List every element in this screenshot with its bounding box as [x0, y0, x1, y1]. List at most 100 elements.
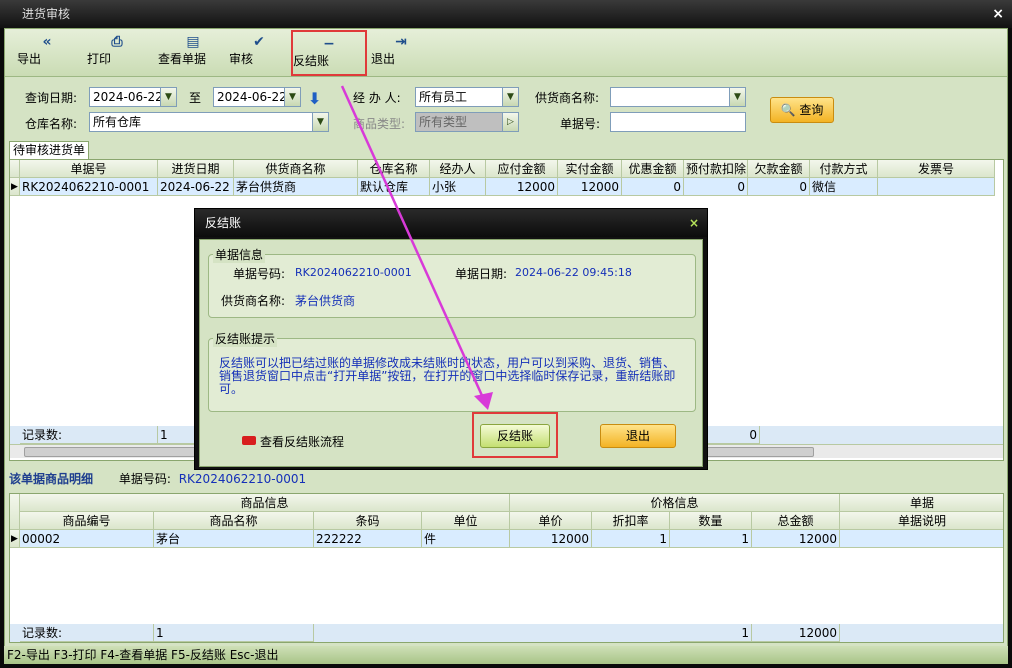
orders-table-cell[interactable]: RK2024062210-0001	[20, 178, 158, 196]
detail-record-count-value: 1	[154, 624, 314, 642]
view-document-button[interactable]: ▤ 查看单据	[158, 33, 228, 73]
row-header-corner	[10, 494, 20, 530]
detail-table-cell[interactable]: 12000	[752, 530, 840, 548]
orders-table-cell[interactable]: 默认仓库	[358, 178, 430, 196]
docno-label: 单据号:	[560, 117, 601, 131]
chevron-down-icon[interactable]: ▼	[729, 88, 745, 106]
orders-column-header[interactable]: 欠款金额	[748, 160, 810, 178]
dialog-unsettle-button[interactable]: 反结账	[480, 424, 550, 448]
date-from-picker[interactable]: 2024-06-22 ▼	[89, 87, 177, 107]
down-arrow-icon[interactable]: ⬇	[308, 89, 321, 108]
close-icon[interactable]: ×	[992, 0, 1004, 28]
to-label: 至	[189, 91, 202, 105]
tab-pending-orders[interactable]: 待审核进货单	[9, 141, 89, 159]
detail-table-cell[interactable]: 件	[422, 530, 510, 548]
warehouse-select[interactable]: 所有仓库 ▼	[89, 112, 329, 132]
group-header-document: 单据	[840, 494, 1003, 512]
exit-toolbar-button[interactable]: ⇥ 退出	[371, 33, 431, 73]
approve-button[interactable]: ✔ 审核	[229, 33, 289, 73]
orders-column-header[interactable]: 供货商名称	[234, 160, 358, 178]
orders-column-header[interactable]: 优惠金额	[622, 160, 684, 178]
date-to-picker[interactable]: 2024-06-22 ▼	[213, 87, 301, 107]
dlg-docno-value: RK2024062210-0001	[295, 266, 412, 279]
dialog-close-icon[interactable]: ×	[689, 209, 699, 237]
orders-table-cell[interactable]: 0	[684, 178, 748, 196]
double-left-icon: «	[42, 34, 52, 50]
row-header-corner	[10, 160, 20, 178]
detail-column-header[interactable]: 商品编号	[20, 512, 154, 530]
chevron-down-icon[interactable]: ▼	[502, 88, 518, 106]
export-button[interactable]: « 导出	[17, 33, 77, 73]
filter-panel: 查询日期: 2024-06-22 ▼ 至 2024-06-22 ▼ ⬇ 经 办 …	[5, 77, 1007, 137]
chevron-down-icon[interactable]: ▼	[160, 88, 176, 106]
orders-table-cell[interactable]: 茅台供货商	[234, 178, 358, 196]
dialog-exit-button[interactable]: 退出	[600, 424, 676, 448]
detail-column-header[interactable]: 单据说明	[840, 512, 1003, 530]
orders-column-header[interactable]: 单据号	[20, 160, 158, 178]
docno-input[interactable]	[610, 112, 746, 132]
detail-table-cell[interactable]	[840, 530, 1003, 548]
detail-footer-total: 12000	[752, 624, 840, 642]
print-button[interactable]: ⎙ 打印	[87, 33, 147, 73]
detail-table-cell[interactable]: 1	[670, 530, 752, 548]
detail-column-header[interactable]: 单位	[422, 512, 510, 530]
orders-table-cell[interactable]: 12000	[558, 178, 622, 196]
orders-column-header[interactable]: 实付金额	[558, 160, 622, 178]
detail-table-cell[interactable]: 1	[592, 530, 670, 548]
status-bar: F2-导出 F3-打印 F4-查看单据 F5-反结账 Esc-退出	[4, 646, 1008, 664]
unsettle-tip-group-title: 反结账提示	[213, 330, 278, 347]
detail-column-header[interactable]: 商品名称	[154, 512, 314, 530]
supplier-select[interactable]: ▼	[610, 87, 746, 107]
orders-table-cell[interactable]: 0	[622, 178, 684, 196]
unsettle-toolbar-button[interactable]: − 反结账	[291, 30, 367, 76]
detail-table-cell[interactable]: 00002	[20, 530, 154, 548]
record-count-label: 记录数:	[20, 426, 158, 444]
category-label: 商品类型:	[353, 117, 406, 131]
orders-column-header[interactable]: 经办人	[430, 160, 486, 178]
detail-column-header[interactable]: 单价	[510, 512, 592, 530]
unsettle-label: 反结账	[293, 54, 330, 68]
warehouse-label: 仓库名称:	[25, 117, 78, 131]
orders-column-header[interactable]: 进货日期	[158, 160, 234, 178]
detail-column-header[interactable]: 条码	[314, 512, 422, 530]
orders-column-header[interactable]: 应付金额	[486, 160, 558, 178]
exit-door-icon: ⇥	[395, 34, 407, 50]
detail-table-cell[interactable]: 222222	[314, 530, 422, 548]
orders-table-cell[interactable]	[878, 178, 995, 196]
detail-table-cell[interactable]: 茅台	[154, 530, 314, 548]
chevron-down-icon[interactable]: ▼	[284, 88, 300, 106]
query-button-label: 查询	[799, 103, 824, 117]
group-header-price: 价格信息	[510, 494, 840, 512]
title-bar: 进货审核 ×	[0, 0, 1012, 28]
orders-column-header[interactable]: 付款方式	[810, 160, 878, 178]
query-button[interactable]: 🔍 查询	[770, 97, 834, 123]
orders-table-cell[interactable]: 2024-06-22 09	[158, 178, 234, 196]
detail-column-header[interactable]: 数量	[670, 512, 752, 530]
view-flow-link[interactable]: 查看反结账流程	[260, 433, 344, 450]
detail-footer-qty: 1	[670, 624, 752, 642]
orders-table-cell[interactable]: 0	[748, 178, 810, 196]
detail-record-count-label: 记录数:	[20, 624, 154, 642]
row-selector-icon[interactable]: ▶	[10, 178, 20, 196]
detail-table-cell[interactable]: 12000	[510, 530, 592, 548]
flow-book-icon	[242, 436, 256, 445]
category-value: 所有类型	[419, 115, 468, 129]
detail-column-header[interactable]: 折扣率	[592, 512, 670, 530]
orders-column-header[interactable]: 仓库名称	[358, 160, 430, 178]
approve-label: 审核	[229, 52, 254, 66]
detail-grid: 商品信息 价格信息 单据 商品编号 商品名称 条码 单位 单价 折扣率 数量 总金额 单据说明 …	[9, 493, 1004, 643]
app-window: 进货审核 × « 导出 ⎙ 打印 ▤ 查看单据 ✔ 审核 − 反结账 ⇥ 退出 …	[0, 0, 1012, 668]
orders-table-cell[interactable]: 小张	[430, 178, 486, 196]
chevron-down-icon[interactable]: ▼	[312, 113, 328, 131]
orders-table-cell[interactable]: 微信	[810, 178, 878, 196]
handler-select[interactable]: 所有员工 ▼	[415, 87, 519, 107]
detail-column-header[interactable]: 总金额	[752, 512, 840, 530]
dlg-date-value: 2024-06-22 09:45:18	[515, 266, 632, 279]
view-label: 查看单据	[158, 52, 207, 66]
row-selector-icon[interactable]: ▶	[10, 530, 20, 548]
orders-column-header[interactable]: 发票号	[878, 160, 995, 178]
orders-column-header[interactable]: 预付款扣除	[684, 160, 748, 178]
orders-table-cell[interactable]: 12000	[486, 178, 558, 196]
dialog-title: 反结账	[205, 216, 242, 230]
date-to-value: 2024-06-22	[217, 90, 287, 104]
